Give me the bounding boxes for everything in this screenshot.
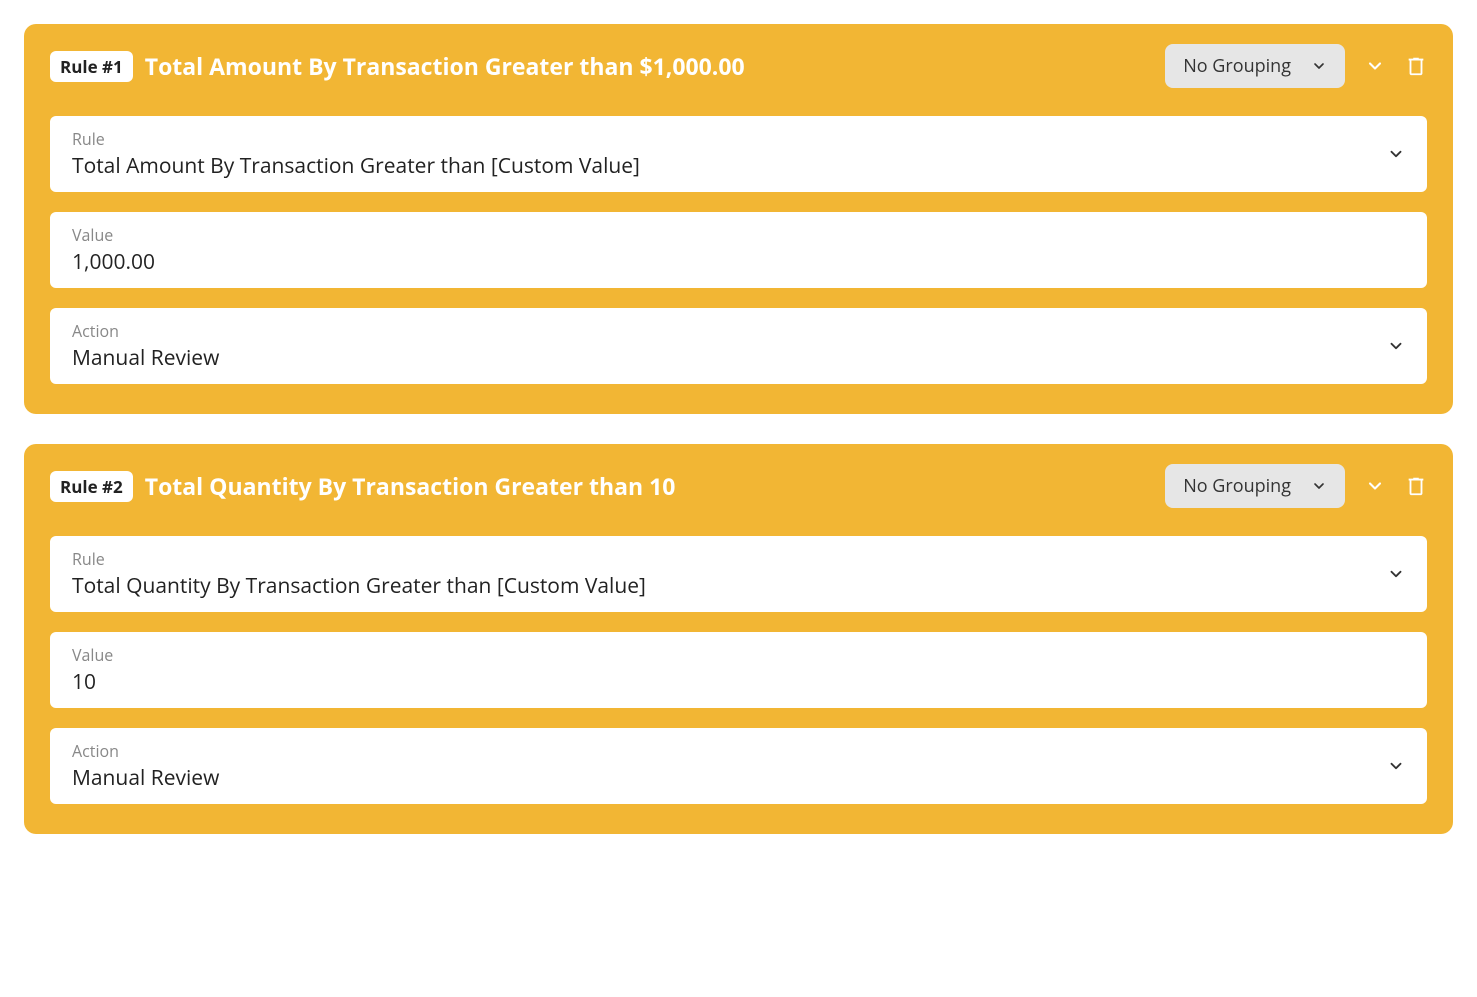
action-select-field[interactable]: Action Manual Review: [50, 728, 1427, 804]
value-input: 1,000.00: [72, 248, 1405, 276]
value-field[interactable]: Value 10: [50, 632, 1427, 708]
chevron-down-icon[interactable]: [1365, 56, 1385, 76]
field-label: Action: [72, 320, 1387, 342]
grouping-dropdown[interactable]: No Grouping: [1165, 464, 1345, 508]
rule-select-value: Total Amount By Transaction Greater than…: [72, 152, 1387, 180]
action-select-field[interactable]: Action Manual Review: [50, 308, 1427, 384]
grouping-dropdown-label: No Grouping: [1183, 54, 1291, 78]
rule-select-field[interactable]: Rule Total Amount By Transaction Greater…: [50, 116, 1427, 192]
rule-header-left: Rule #1 Total Amount By Transaction Grea…: [50, 50, 745, 82]
rule-card: Rule #1 Total Amount By Transaction Grea…: [24, 24, 1453, 414]
grouping-dropdown[interactable]: No Grouping: [1165, 44, 1345, 88]
chevron-down-icon: [1387, 145, 1405, 163]
field-label: Rule: [72, 548, 1387, 570]
chevron-down-icon: [1311, 478, 1327, 494]
rule-header-right: No Grouping: [1165, 44, 1427, 88]
value-input: 10: [72, 668, 1405, 696]
action-select-value: Manual Review: [72, 344, 1387, 372]
rule-header: Rule #1 Total Amount By Transaction Grea…: [50, 44, 1427, 88]
grouping-dropdown-label: No Grouping: [1183, 474, 1291, 498]
rule-header-left: Rule #2 Total Quantity By Transaction Gr…: [50, 470, 675, 502]
rule-header: Rule #2 Total Quantity By Transaction Gr…: [50, 464, 1427, 508]
rule-badge: Rule #1: [50, 51, 133, 82]
rule-title: Total Amount By Transaction Greater than…: [145, 50, 745, 82]
field-label: Value: [72, 224, 1405, 246]
chevron-down-icon: [1387, 337, 1405, 355]
action-select-value: Manual Review: [72, 764, 1387, 792]
rule-header-right: No Grouping: [1165, 464, 1427, 508]
rule-card: Rule #2 Total Quantity By Transaction Gr…: [24, 444, 1453, 834]
chevron-down-icon: [1387, 757, 1405, 775]
value-field[interactable]: Value 1,000.00: [50, 212, 1427, 288]
trash-icon[interactable]: [1405, 475, 1427, 497]
rule-title: Total Quantity By Transaction Greater th…: [145, 470, 676, 502]
chevron-down-icon: [1311, 58, 1327, 74]
rule-select-field[interactable]: Rule Total Quantity By Transaction Great…: [50, 536, 1427, 612]
chevron-down-icon[interactable]: [1365, 476, 1385, 496]
field-label: Rule: [72, 128, 1387, 150]
rule-badge: Rule #2: [50, 471, 133, 502]
field-label: Value: [72, 644, 1405, 666]
rule-select-value: Total Quantity By Transaction Greater th…: [72, 572, 1387, 600]
chevron-down-icon: [1387, 565, 1405, 583]
field-label: Action: [72, 740, 1387, 762]
trash-icon[interactable]: [1405, 55, 1427, 77]
